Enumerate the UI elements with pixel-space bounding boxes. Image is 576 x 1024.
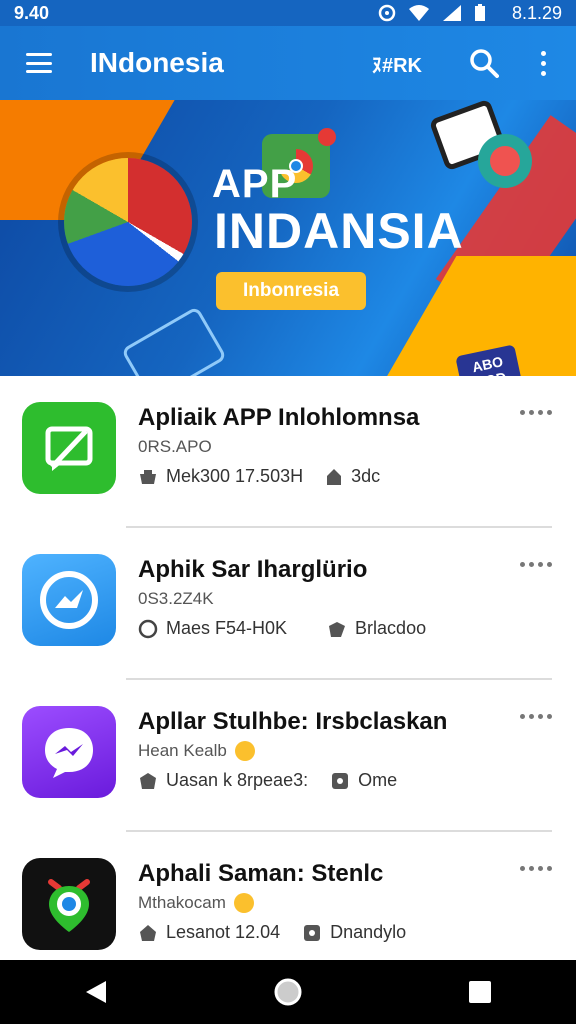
shop-icon	[140, 772, 156, 789]
download-icon	[140, 469, 156, 484]
more-horiz-icon[interactable]	[520, 410, 552, 415]
coin-icon	[234, 741, 255, 761]
app-icon	[22, 706, 116, 798]
app-subtitle: Hean Kealb	[138, 741, 255, 761]
settings-icon	[332, 772, 349, 789]
location-pin-icon	[48, 879, 90, 932]
app-name: Apliaik APP Inlohlomnsa	[138, 404, 420, 431]
puzzle-icon	[329, 621, 346, 637]
app-list: Apliaik APP Inlohlomnsa 0RS.APO Mek300 1…	[0, 376, 576, 984]
system-nav-bar	[0, 960, 576, 1024]
list-item[interactable]: Apllar Stulhbe: Irsbclaskan Hean Kealb U…	[0, 680, 576, 832]
signal-icon	[442, 5, 461, 21]
wifi-icon	[408, 5, 429, 21]
promo-banner[interactable]: APP INDANSIA Inbonresia ABO DOD	[0, 100, 576, 376]
coin-icon	[233, 893, 254, 913]
hamburger-icon	[26, 53, 52, 73]
banner-app-label: APP	[212, 162, 298, 206]
app-icon	[22, 554, 116, 646]
status-bar: 9.40 8.1.29	[0, 0, 576, 26]
app-name: Aphali Saman: Stenlc	[138, 860, 384, 887]
app-meta: Mek300 17.503H 3dc	[138, 466, 402, 487]
menu-button[interactable]	[0, 26, 78, 100]
banner-pill[interactable]: Inbonresia	[216, 272, 366, 310]
message-slash-icon	[45, 426, 93, 471]
more-horiz-icon[interactable]	[520, 866, 552, 871]
list-item[interactable]: Apliaik APP Inlohlomnsa 0RS.APO Mek300 1…	[0, 376, 576, 528]
home-icon	[140, 924, 156, 941]
back-button[interactable]	[64, 960, 128, 1024]
app-name: Aphik Sar Iharglürio	[138, 556, 368, 583]
list-item[interactable]: Aphik Sar Iharglürio 0S3.2Z4K Maes F54-H…	[0, 528, 576, 680]
banner-headline: INDANSIA	[214, 203, 464, 259]
recents-button[interactable]	[448, 960, 512, 1024]
recents-square-icon	[469, 981, 491, 1003]
search-icon	[470, 49, 499, 78]
chat-bubble-graphic	[478, 134, 532, 188]
app-title: INdonesia	[90, 47, 224, 78]
more-vert-icon	[540, 50, 546, 56]
app-meta: Maes F54-H0K Brlacdoo	[138, 618, 448, 639]
app-meta: Uasan k 8rpeae3: Ome	[138, 770, 419, 791]
back-triangle-icon	[86, 981, 106, 1003]
battery-icon	[474, 4, 485, 21]
app-name: Apllar Stulhbe: Irsbclaskan	[138, 708, 448, 735]
circle-icon	[138, 619, 158, 638]
status-clock: 8.1.29	[511, 2, 562, 23]
messenger-icon	[40, 571, 98, 629]
alarm-icon	[378, 4, 396, 22]
app-subtitle: 0S3.2Z4K	[138, 589, 214, 608]
more-horiz-icon[interactable]	[520, 714, 552, 719]
home-circle-icon	[274, 978, 302, 1006]
overflow-menu-button[interactable]	[524, 39, 562, 87]
chat-bolt-icon	[45, 728, 93, 778]
more-horiz-icon[interactable]	[520, 562, 552, 567]
search-button[interactable]	[460, 39, 508, 87]
settings-icon	[304, 924, 321, 941]
app-subtitle: Mthakocam	[138, 893, 254, 913]
app-subtitle: 0RS.APO	[138, 437, 212, 456]
toolbar-action-text[interactable]: ﾇ#RK	[372, 49, 422, 78]
tablet-graphic	[120, 306, 228, 376]
app-icon	[22, 402, 116, 494]
status-time: 9.40	[14, 2, 50, 23]
pie-graphic	[64, 158, 192, 286]
tag-icon	[327, 468, 342, 485]
status-icons: 8.1.29	[378, 3, 562, 24]
app-icon	[22, 858, 116, 950]
app-meta: Lesanot 12.04 Dnandylo	[138, 922, 428, 943]
app-bar: INdonesia ﾇ#RK	[0, 26, 576, 100]
home-button[interactable]	[256, 960, 320, 1024]
